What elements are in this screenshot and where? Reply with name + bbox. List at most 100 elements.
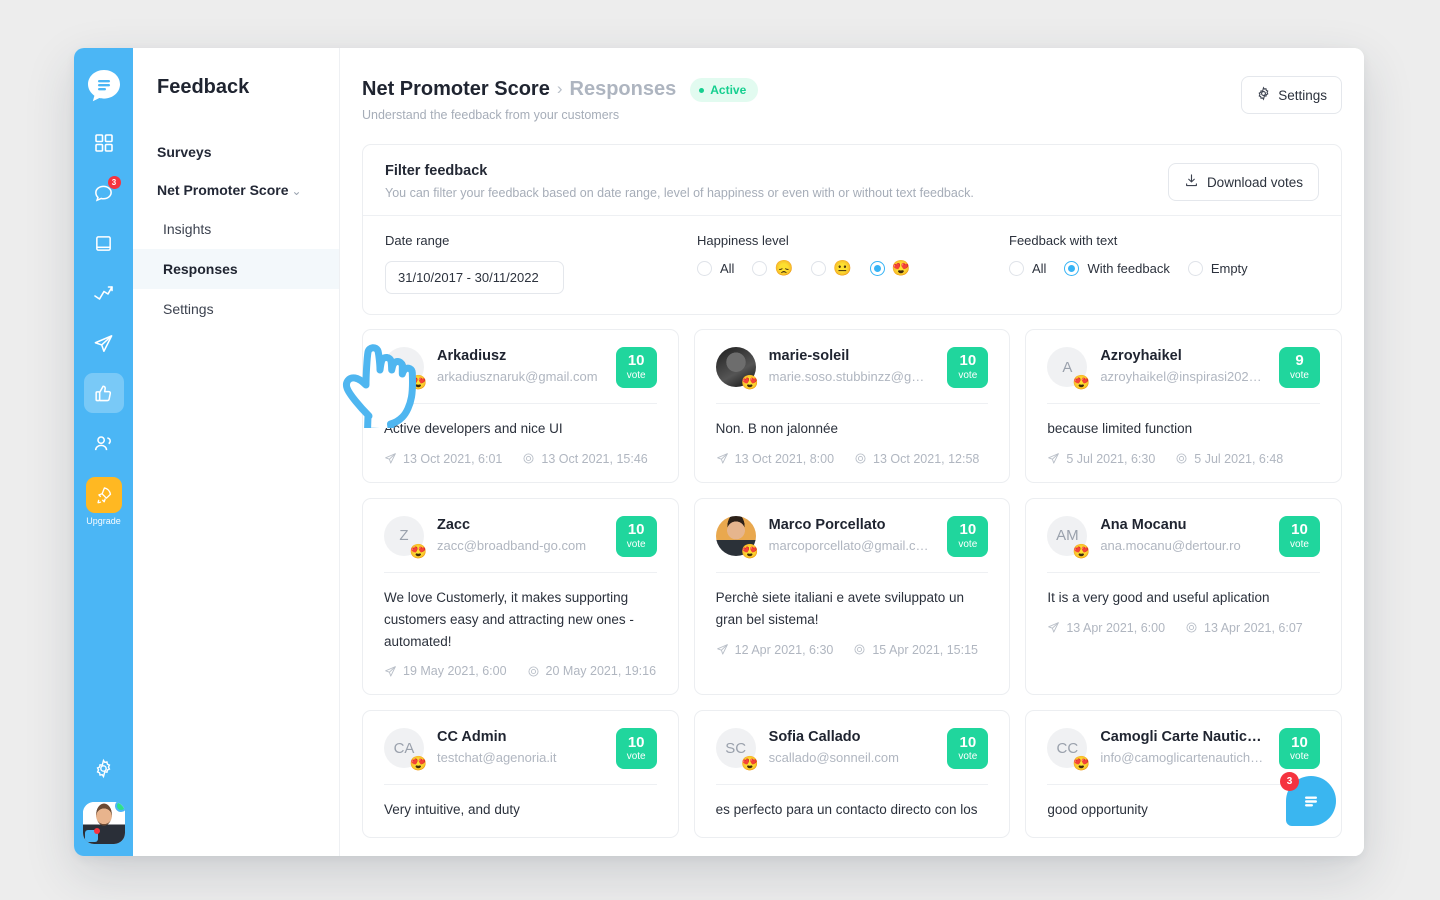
avatar[interactable] (82, 802, 125, 844)
response-card[interactable]: 😍 Marco Porcellato marcoporcellato@gmail.c… (693, 497, 1011, 696)
vote-score-value: 9 (1295, 352, 1304, 370)
radio-button-icon[interactable] (1009, 261, 1024, 276)
status-dot-icon (699, 87, 705, 93)
answered-time: 20 May 2021, 19:16 (527, 664, 656, 678)
answered-time: 15 Apr 2021, 15:15 (853, 643, 978, 657)
vote-score-value: 10 (1291, 520, 1308, 538)
breadcrumb-root[interactable]: Net Promoter Score (362, 78, 550, 101)
response-card[interactable]: SC 😍 Sofia Callado scallado@sonneil.com 10 vo… (693, 710, 1011, 839)
download-votes-button[interactable]: Download votes (1167, 163, 1319, 201)
contact-email: testchat@agenoria.it (437, 750, 557, 766)
sidebar-item-feedback[interactable] (83, 373, 124, 413)
response-card-header: 😍 Marco Porcellato marcoporcellato@gmail.c… (715, 515, 989, 558)
target-icon (854, 644, 865, 655)
breadcrumb-current: Responses (569, 77, 677, 100)
radio-button-icon[interactable] (811, 261, 827, 276)
chat-launcher[interactable]: 3 (1280, 772, 1336, 826)
contact-name: Zacc (437, 516, 471, 533)
sidebar-item-analytics[interactable] (84, 273, 124, 313)
vote-score-value: 10 (627, 520, 645, 538)
happiness-option-happy[interactable]: 😍 (869, 260, 911, 277)
vote-score-label: vote (958, 538, 978, 550)
response-card[interactable]: CA 😍 CC Admin testchat@agenoria.it 10 vote Ver… (362, 710, 679, 839)
response-text: Active developers and nice UI (384, 421, 563, 436)
sent-time: 12 Apr 2021, 6:30 (716, 643, 833, 657)
response-card[interactable]: Z 😍 Zacc zacc@broadband-go.com 10 vote We love… (362, 497, 679, 696)
settings-gear-button[interactable] (84, 748, 124, 788)
avatar-initials: AM (1056, 527, 1079, 545)
sidebar-item-contacts[interactable] (84, 423, 124, 463)
happiness-option-sad[interactable]: 😞 (752, 261, 793, 276)
response-meta: 13 Oct 2021, 8:00 13 Oct 2021, 12:58 (716, 452, 989, 466)
response-card-header: Z 😍 Zacc zacc@broadband-go.com 10 vote (384, 515, 657, 558)
vote-score-label: vote (626, 538, 646, 550)
contact-info: Azroyhaikel azroyhaikel@inspirasi202… (1100, 347, 1271, 384)
page-header: Net Promoter Score › Responses Active Un… (362, 76, 1342, 122)
sad-face-emoji-icon: 😞 (774, 260, 794, 277)
vote-score-value: 10 (959, 733, 977, 751)
response-card[interactable]: A 😍 Azroyhaikel azroyhaikel@inspirasi202… 9 v… (1025, 329, 1342, 483)
vote-score-badge: 10 vote (947, 515, 989, 557)
sidebar-item-responses[interactable]: Responses (133, 249, 339, 289)
target-icon (1176, 453, 1187, 464)
sidebar-item-label: Insights (163, 221, 212, 237)
settings-button[interactable]: Settings (1241, 76, 1342, 114)
page-title: Feedback (157, 76, 250, 98)
vote-score-badge: 10 vote (1278, 728, 1320, 770)
sidebar-item-insights[interactable]: Insights (133, 209, 339, 249)
divider (384, 571, 657, 573)
radio-button-icon[interactable] (1187, 261, 1203, 276)
sidebar-item-settings[interactable]: Settings (133, 289, 339, 329)
radio-button-icon[interactable] (752, 261, 768, 276)
chat-logo-icon[interactable] (82, 64, 126, 113)
feedback-text-option-empty[interactable]: Empty (1187, 261, 1248, 276)
sidebar-item-knowledge-base[interactable] (84, 223, 124, 263)
radio-button-icon[interactable] (869, 261, 885, 276)
feedback-text-option-all[interactable]: All (1009, 261, 1046, 276)
download-votes-label: Download votes (1206, 174, 1303, 190)
sidebar-item-surveys[interactable]: Surveys (133, 133, 339, 171)
radio-button-icon[interactable] (697, 261, 712, 276)
status-badge: Active (690, 78, 759, 102)
gear-icon (1256, 86, 1271, 104)
avatar-initials: SC (725, 739, 747, 757)
answered-time: 13 Apr 2021, 6:07 (1185, 621, 1303, 635)
main-content: Net Promoter Score › Responses Active Un… (340, 48, 1364, 856)
contact-email: azroyhaikel@inspirasi202… (1100, 369, 1262, 384)
radio-button-icon[interactable] (1064, 261, 1080, 276)
contact-name: Sofia Callado (768, 729, 861, 746)
sidebar-item-net-promoter-score[interactable]: Net Promoter Score ⌄ (133, 171, 339, 209)
feedback-text-option-with-feedback[interactable]: With feedback (1064, 261, 1170, 276)
filter-header-text: Filter feedback You can filter your feed… (385, 163, 974, 201)
upgrade-button[interactable]: Upgrade (85, 477, 122, 526)
contact-email: info@camoglicartenautich… (1100, 750, 1264, 766)
heart-eyes-emoji-icon: 😍 (891, 260, 911, 277)
contact-email: arkadiusznaruk@gmail.com (437, 369, 598, 384)
vote-score-label: vote (626, 751, 646, 763)
response-card[interactable]: 😍 marie-soleil marie.soso.stubbinzz@g… 10 vo… (693, 329, 1011, 483)
target-icon (855, 453, 866, 464)
contact-avatar: SC 😍 (715, 728, 759, 770)
vote-score-label: vote (958, 751, 978, 763)
scroll-fade (340, 840, 1364, 856)
contact-info: marie-soleil marie.soso.stubbinzz@g… (769, 347, 940, 384)
date-range-input[interactable] (385, 261, 564, 294)
contact-email: scallado@sonneil.com (768, 750, 899, 766)
response-card[interactable]: A 😍 Arkadiusz arkadiusznaruk@gmail.com 10 vot… (362, 329, 679, 483)
sidebar-item-conversations[interactable]: 3 (84, 173, 124, 213)
sidebar-item-label: Net Promoter Score (157, 182, 289, 198)
happiness-option-neutral[interactable]: 😐 (811, 261, 852, 276)
contact-email: marcoporcellato@gmail.c… (768, 537, 929, 553)
vote-score-label: vote (1290, 751, 1309, 763)
response-card-header: AM 😍 Ana Mocanu ana.mocanu@dertour.ro 10 vote (1047, 515, 1320, 558)
sidebar-item-campaigns[interactable] (84, 323, 124, 363)
response-card[interactable]: AM 😍 Ana Mocanu ana.mocanu@dertour.ro 10 vote… (1025, 497, 1342, 696)
contact-email: ana.mocanu@dertour.ro (1100, 537, 1241, 553)
sidebar-item-dashboard[interactable] (84, 123, 124, 163)
happiness-option-all[interactable]: All (697, 261, 734, 276)
date-range-group: Date range (385, 233, 697, 294)
contact-name: Arkadiusz (437, 348, 507, 364)
sent-time: 5 Jul 2021, 6:30 (1047, 452, 1155, 466)
feedback-with-text-label: Feedback with text (1009, 233, 1118, 248)
contact-name: Marco Porcellato (768, 516, 886, 533)
